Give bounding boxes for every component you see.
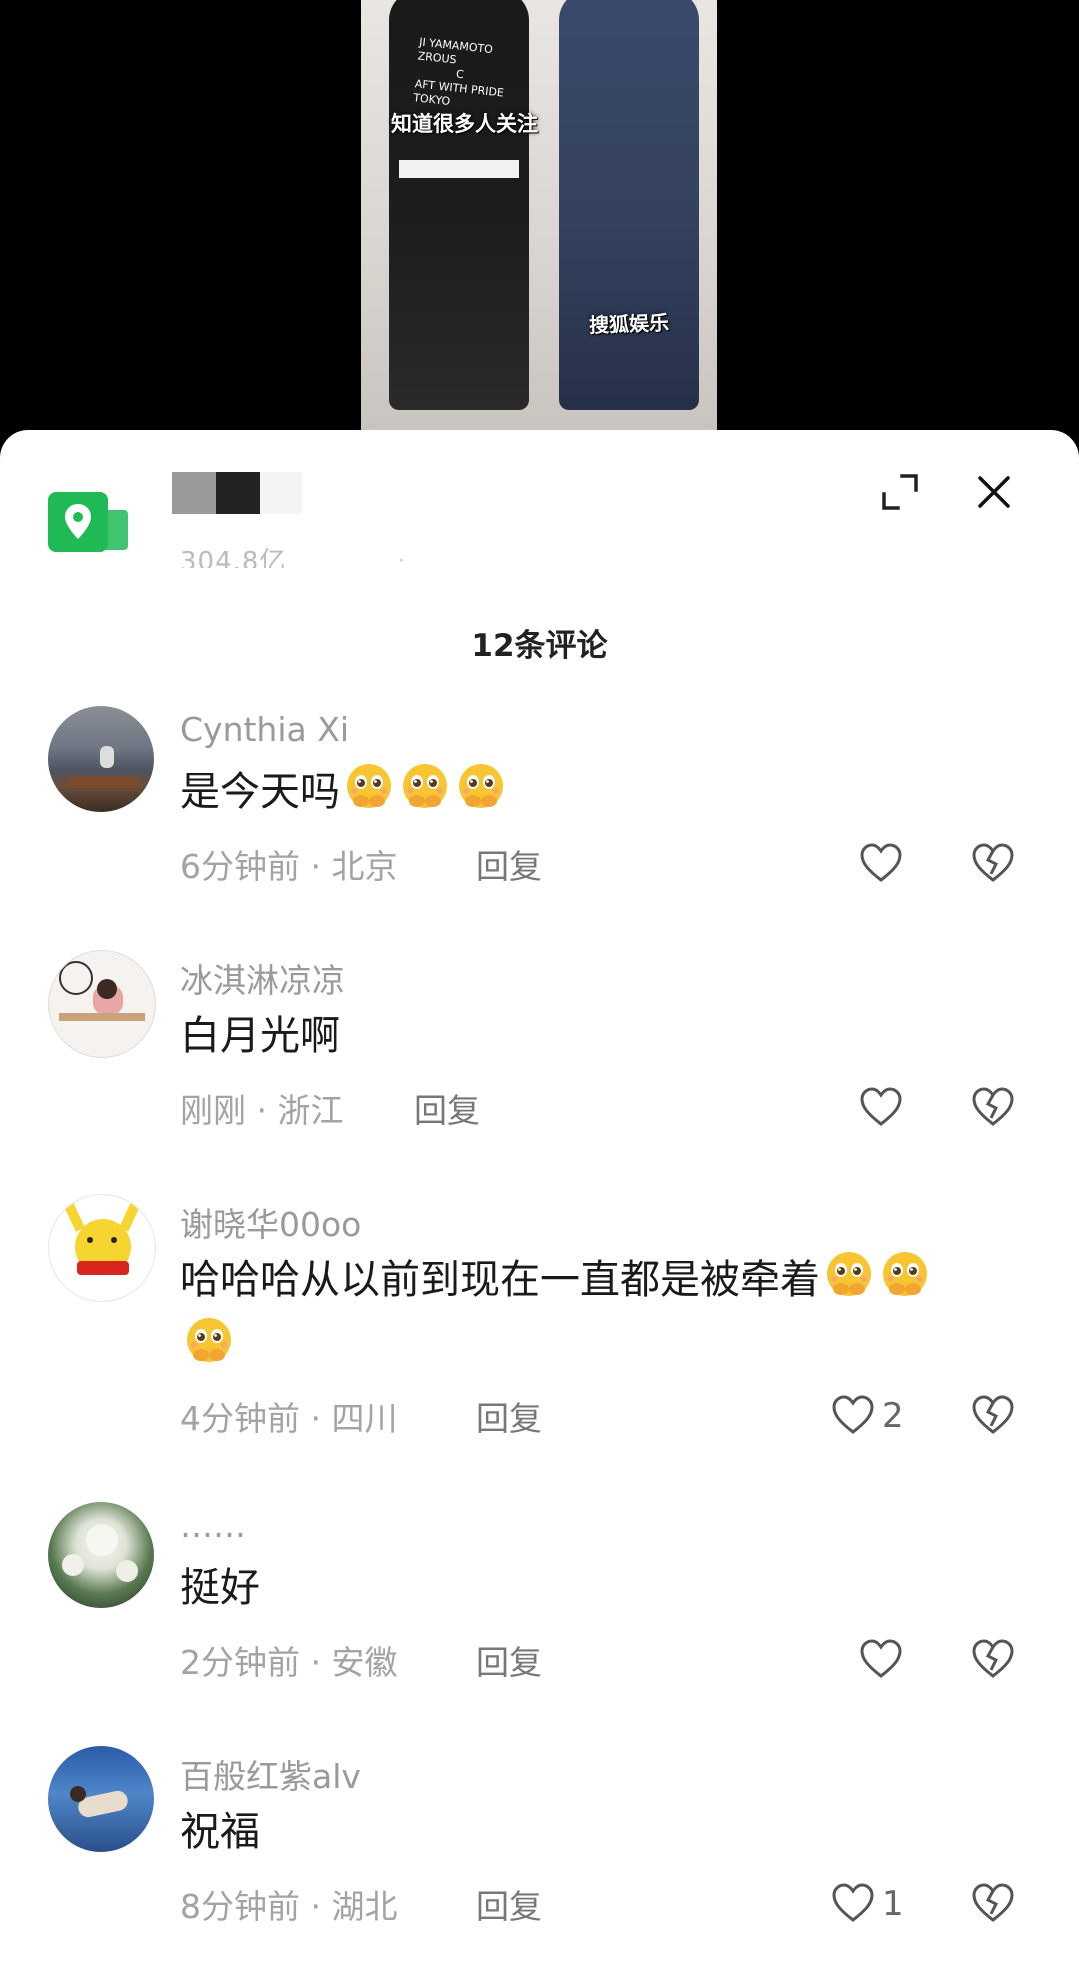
comment-text: 白月光啊 (180, 1013, 340, 1059)
reply-button[interactable]: 回复 (476, 1636, 542, 1684)
pleading-face-emoji (878, 1249, 932, 1303)
video-player[interactable]: JI YAMAMOTO ZROUS C AFT WITH PRIDE TOKYO… (0, 0, 1079, 440)
like-button[interactable]: 1 (830, 1880, 930, 1928)
like-button[interactable] (858, 840, 906, 888)
pleading-face-emoji (182, 1315, 236, 1369)
close-icon[interactable] (972, 470, 1016, 514)
comment-username[interactable]: 百般红紫alv (180, 1750, 361, 1798)
shirt-hem (399, 160, 519, 178)
dislike-icon[interactable] (970, 1392, 1018, 1440)
reply-button[interactable]: 回复 (476, 1880, 542, 1928)
comment-meta: 8分钟前 · 湖北 (180, 1887, 398, 1926)
comment-text: 祝福 (180, 1809, 260, 1855)
dislike-icon[interactable] (970, 840, 1018, 888)
like-button[interactable] (858, 1636, 906, 1684)
avatar[interactable] (48, 1194, 156, 1302)
expand-icon[interactable] (878, 470, 922, 514)
video-caption-top: 知道很多人关注 (391, 112, 538, 136)
like-button[interactable]: 2 (830, 1392, 930, 1440)
dislike-icon[interactable] (970, 1636, 1018, 1684)
avatar[interactable] (48, 1502, 154, 1608)
shirt-print-text: JI YAMAMOTO ZROUS C AFT WITH PRIDE TOKYO (412, 35, 505, 109)
comment-username[interactable]: 冰淇淋凉凉 (180, 954, 345, 1002)
pleading-face-emoji (342, 761, 396, 815)
comment-text-line2 (180, 1314, 236, 1378)
sheet-header: 304.8亿 · (0, 430, 1079, 610)
pleading-face-emoji (822, 1249, 876, 1303)
emoji-group (820, 1252, 932, 1303)
person-right (559, 0, 699, 410)
comment-username[interactable]: …… (180, 1506, 246, 1545)
video-frame: JI YAMAMOTO ZROUS C AFT WITH PRIDE TOKYO… (361, 0, 717, 430)
dislike-icon[interactable] (970, 1084, 1018, 1132)
avatar[interactable] (48, 1746, 154, 1852)
comment-username[interactable]: Cynthia Xi (180, 710, 349, 749)
reply-button[interactable]: 回复 (476, 840, 542, 888)
like-count: 2 (882, 1396, 904, 1436)
reply-button[interactable]: 回复 (414, 1084, 480, 1132)
emoji-group (340, 764, 508, 815)
dislike-icon[interactable] (970, 1880, 1018, 1928)
pleading-face-emoji (398, 761, 452, 815)
comment-meta: 刚刚 · 浙江 (180, 1091, 344, 1130)
view-count-tail: · (398, 549, 405, 574)
blurred-username (172, 472, 302, 514)
map-pin-icon[interactable] (48, 492, 130, 554)
comment-text: 哈哈哈从以前到现在一直都是被牵着 (180, 1248, 932, 1312)
comment-meta: 2分钟前 · 安徽 (180, 1643, 398, 1682)
like-count: 1 (882, 1884, 904, 1924)
comment-username[interactable]: 谢晓华00oo (180, 1198, 361, 1246)
comment-meta: 6分钟前 · 北京 (180, 847, 398, 886)
comments-count-title: 12条评论 (471, 628, 608, 664)
comment-text: 是今天吗 (180, 760, 508, 824)
video-watermark: 搜狐娱乐 (588, 310, 670, 338)
avatar[interactable] (48, 950, 156, 1058)
like-button[interactable] (858, 1084, 906, 1132)
comment-meta: 4分钟前 · 四川 (180, 1399, 398, 1438)
reply-button[interactable]: 回复 (476, 1392, 542, 1440)
pleading-face-emoji (454, 761, 508, 815)
view-count: 304.8亿 (180, 547, 287, 568)
comment-sheet: 304.8亿 · 12条评论 Cynthia Xi 是今天吗 6分钟前 · 北京… (0, 430, 1079, 1962)
emoji-group (180, 1318, 236, 1369)
comment-text: 挺好 (180, 1565, 260, 1611)
avatar[interactable] (48, 706, 154, 812)
